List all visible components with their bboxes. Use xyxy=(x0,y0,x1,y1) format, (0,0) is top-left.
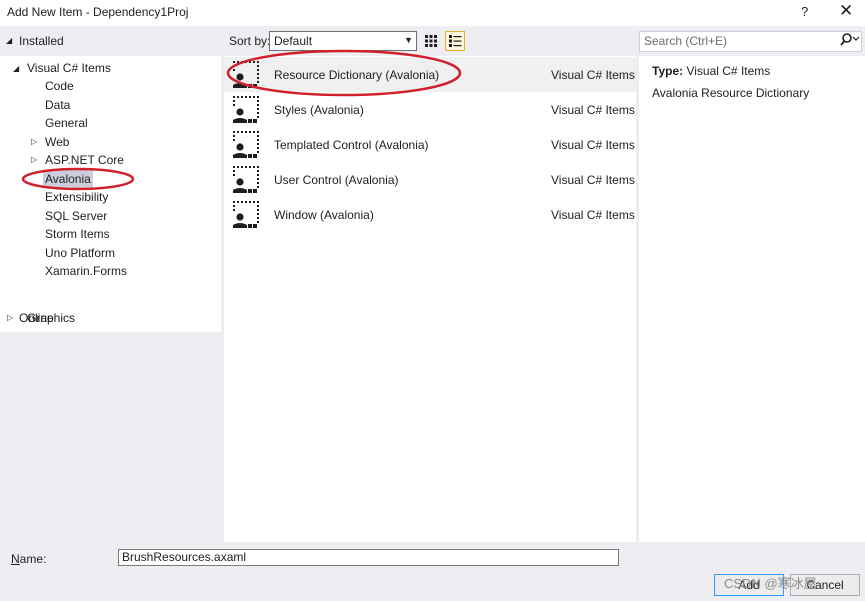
tree-item-web[interactable]: Web xyxy=(45,133,69,151)
template-language: Visual C# Items xyxy=(551,103,635,117)
type-row: Type: Visual C# Items xyxy=(652,64,770,78)
small-icons-view-button[interactable] xyxy=(421,31,441,51)
tree-item-visual-csharp[interactable]: Visual C# Items xyxy=(27,59,111,77)
sort-label: Sort by: xyxy=(229,34,271,48)
avalonia-template-icon xyxy=(233,96,260,123)
sort-dropdown[interactable]: Default ▼ xyxy=(269,31,417,51)
template-name: Templated Control (Avalonia) xyxy=(274,138,429,152)
list-view-icon xyxy=(449,35,462,47)
tree-item-data[interactable]: Data xyxy=(45,96,70,114)
template-language: Visual C# Items xyxy=(551,138,635,152)
expanded-arrow-icon[interactable]: ◢ xyxy=(13,64,19,73)
template-name: Styles (Avalonia) xyxy=(274,103,364,117)
tree-item-xamarin-forms[interactable]: Xamarin.Forms xyxy=(45,262,127,280)
tree-item-extensibility[interactable]: Extensibility xyxy=(45,188,108,206)
template-list: Window (Avalonia) Visual C# Items User Con… xyxy=(224,49,636,542)
bottom-bar: Name: BrushResources.axaml Add Cancel xyxy=(0,544,865,601)
sort-value: Default xyxy=(274,34,313,48)
tree-item-asp-net-core[interactable]: ASP.NET Core xyxy=(45,151,124,169)
search-icon[interactable] xyxy=(840,33,860,50)
window-title: Add New Item - Dependency1Proj xyxy=(7,5,189,19)
type-value: Visual C# Items xyxy=(686,64,771,78)
template-language: Visual C# Items xyxy=(551,208,635,222)
collapsed-arrow-icon[interactable]: ▷ xyxy=(7,313,13,322)
avalonia-template-icon xyxy=(233,201,260,228)
template-description: Avalonia Resource Dictionary xyxy=(652,86,810,100)
tree-item-storm-items[interactable]: Storm Items xyxy=(45,225,110,243)
collapsed-arrow-icon[interactable]: ▷ xyxy=(31,137,37,146)
category-tree: ◢ Visual C# Items Code Data General ▷ Web ▷ AS… xyxy=(0,56,221,332)
tree-item-general[interactable]: General xyxy=(45,114,88,132)
avalonia-template-icon xyxy=(233,131,260,158)
add-button[interactable]: Add xyxy=(714,574,784,596)
template-row[interactable]: Resource Dictionary (Avalonia) Visual C# … xyxy=(224,57,636,92)
template-row[interactable]: Templated Control (Avalonia) Visual C# It… xyxy=(224,127,636,162)
avalonia-template-icon xyxy=(233,166,260,193)
installed-label: Installed xyxy=(19,34,64,48)
installed-header[interactable]: ◢ Installed xyxy=(0,30,221,52)
template-name: Window (Avalonia) xyxy=(274,208,374,222)
name-label: Name: xyxy=(11,552,47,566)
tree-item-avalonia[interactable]: Avalonia xyxy=(43,169,93,188)
expanded-arrow-icon[interactable]: ◢ xyxy=(6,36,12,45)
online-label: Online xyxy=(19,311,54,325)
search-placeholder: Search (Ctrl+E) xyxy=(644,34,728,48)
details-panel: Type: Visual C# Items Avalonia Resource … xyxy=(639,56,865,542)
name-field[interactable]: BrushResources.axaml xyxy=(118,549,619,566)
chevron-down-icon: ▼ xyxy=(404,35,413,45)
tree-item-uno-platform[interactable]: Uno Platform xyxy=(45,244,115,262)
tree-item-code[interactable]: Code xyxy=(45,77,74,95)
close-button[interactable]: ✕ xyxy=(839,1,853,21)
template-row[interactable]: User Control (Avalonia) Visual C# Items xyxy=(224,162,636,197)
avalonia-template-icon xyxy=(233,61,260,88)
type-label: Type: xyxy=(652,64,684,78)
template-language: Visual C# Items xyxy=(551,173,635,187)
template-name: User Control (Avalonia) xyxy=(274,173,399,187)
template-language: Visual C# Items xyxy=(551,68,635,82)
title-bar: Add New Item - Dependency1Proj ? ✕ xyxy=(0,0,865,26)
collapsed-arrow-icon[interactable]: ▷ xyxy=(31,155,37,164)
tree-item-sql-server[interactable]: SQL Server xyxy=(45,207,107,225)
details-view-button[interactable] xyxy=(445,31,465,51)
sort-bar: Sort by: Default ▼ xyxy=(224,28,636,54)
name-label-rest: ame: xyxy=(19,552,47,566)
online-header[interactable]: ▷ Online xyxy=(0,308,221,330)
template-row[interactable]: Window (Avalonia) Visual C# Items xyxy=(224,197,636,232)
cancel-button[interactable]: Cancel xyxy=(790,574,860,596)
category-panel: ◢ Installed ◢ Visual C# Items Code Data Ge… xyxy=(0,28,221,542)
help-button[interactable]: ? xyxy=(801,4,808,19)
grid-view-icon xyxy=(425,35,437,47)
template-name: Resource Dictionary (Avalonia) xyxy=(274,68,440,82)
search-input[interactable]: Search (Ctrl+E) xyxy=(639,31,862,52)
template-row[interactable]: Styles (Avalonia) Visual C# Items xyxy=(224,92,636,127)
